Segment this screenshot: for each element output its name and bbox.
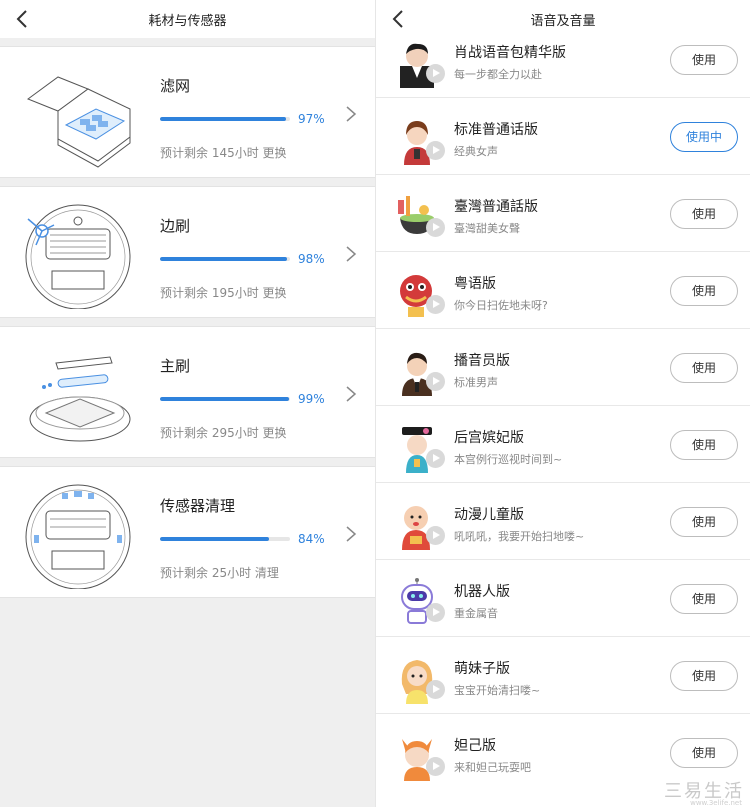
progress-percent: 98% [298, 252, 325, 266]
remaining-time: 预计剩余 25小时 清理 [160, 566, 279, 580]
voice-list[interactable]: 肖战语音包精华版 每一步都全力以赴 使用 标准普通话版 经典女声 使用中 臺灣普… [376, 38, 750, 788]
voice-name: 臺灣普通話版 [454, 199, 538, 215]
progress-percent: 97% [298, 112, 325, 126]
chevron-right-icon [346, 386, 357, 402]
voice-description: 每一步都全力以赴 [454, 68, 542, 81]
consumable-name: 滤网 [160, 77, 191, 95]
voice-description: 臺灣甜美女聲 [454, 222, 520, 235]
voice-name: 妲己版 [454, 738, 496, 754]
voice-description: 宝宝开始清扫喽~ [454, 684, 541, 697]
progress-percent: 84% [298, 532, 325, 546]
consumable-card-filter[interactable]: 滤网 97% 预计剩余 145小时 更换 [0, 46, 375, 178]
voice-item[interactable]: 后宫嫔妃版 本宫例行巡视时间到~ 使用 [376, 407, 750, 483]
remaining-time: 预计剩余 295小时 更换 [160, 426, 287, 440]
use-button[interactable]: 使用 [670, 430, 738, 460]
filter-illustration-icon [26, 76, 131, 168]
consumable-card-main-brush[interactable]: 主刷 99% 预计剩余 295小时 更换 [0, 326, 375, 458]
progress-bar [160, 117, 290, 121]
progress-bar [160, 257, 290, 261]
progress-bar [160, 397, 290, 401]
voice-item[interactable]: 肖战语音包精华版 每一步都全力以赴 使用 [376, 38, 750, 98]
progress-percent: 99% [298, 392, 325, 406]
in-use-button[interactable]: 使用中 [670, 122, 738, 152]
voice-description: 经典女声 [454, 145, 498, 158]
use-button[interactable]: 使用 [670, 584, 738, 614]
voice-name: 标准普通话版 [454, 122, 538, 138]
use-button[interactable]: 使用 [670, 276, 738, 306]
voice-description: 标准男声 [454, 376, 498, 389]
play-icon[interactable] [426, 526, 445, 545]
use-button[interactable]: 使用 [670, 507, 738, 537]
voice-name: 粤语版 [454, 276, 496, 292]
remaining-time: 预计剩余 195小时 更换 [160, 286, 287, 300]
voice-name: 机器人版 [454, 584, 510, 600]
voice-item[interactable]: 标准普通话版 经典女声 使用中 [376, 99, 750, 175]
side-brush-illustration-icon [25, 204, 131, 309]
voice-name: 动漫儿童版 [454, 507, 524, 523]
voice-description: 吼吼吼，我要开始扫地喽~ [454, 530, 585, 543]
voice-description: 重金属音 [454, 607, 498, 620]
main-brush-illustration-icon [29, 356, 131, 442]
voice-description: 来和妲己玩耍吧 [454, 761, 531, 774]
consumables-panel: 耗材与传感器 滤网 97% 预计剩余 145小时 更换 边刷 98% 预计剩余 … [0, 0, 375, 807]
progress-bar [160, 537, 290, 541]
play-icon[interactable] [426, 218, 445, 237]
progress-fill [160, 117, 287, 121]
play-icon[interactable] [426, 372, 445, 391]
use-button[interactable]: 使用 [670, 738, 738, 768]
page-title: 耗材与传感器 [148, 14, 227, 29]
play-icon[interactable] [426, 680, 445, 699]
sensor-illustration-icon [25, 484, 131, 589]
use-button[interactable]: 使用 [670, 353, 738, 383]
voice-item[interactable]: 粤语版 你今日扫佐地未呀? 使用 [376, 253, 750, 329]
voice-name: 后宫嫔妃版 [454, 430, 524, 446]
chevron-right-icon [346, 246, 357, 262]
consumable-name: 主刷 [160, 357, 191, 375]
voice-item[interactable]: 机器人版 重金属音 使用 [376, 561, 750, 637]
play-icon[interactable] [426, 603, 445, 622]
play-icon[interactable] [426, 141, 445, 160]
play-icon[interactable] [426, 64, 445, 83]
play-icon[interactable] [426, 757, 445, 776]
voice-item[interactable]: 动漫儿童版 吼吼吼，我要开始扫地喽~ 使用 [376, 484, 750, 560]
use-button[interactable]: 使用 [670, 661, 738, 691]
play-icon[interactable] [426, 295, 445, 314]
left-header: 耗材与传感器 [0, 0, 375, 38]
page-title: 语音及音量 [530, 14, 596, 29]
use-button[interactable]: 使用 [670, 45, 738, 75]
progress-fill [160, 257, 288, 261]
chevron-right-icon [346, 106, 357, 122]
consumable-card-side-brush[interactable]: 边刷 98% 预计剩余 195小时 更换 [0, 186, 375, 318]
voice-panel: 语音及音量 肖战语音包精华版 每一步都全力以赴 使用 标准普通话版 经典女声 使… [375, 0, 750, 807]
remaining-time: 预计剩余 145小时 更换 [160, 146, 287, 160]
consumable-name: 边刷 [160, 217, 191, 235]
use-button[interactable]: 使用 [670, 199, 738, 229]
voice-item[interactable]: 播音员版 标准男声 使用 [376, 330, 750, 406]
voice-description: 你今日扫佐地未呀? [454, 299, 548, 312]
chevron-right-icon [346, 526, 357, 542]
right-header: 语音及音量 [376, 0, 750, 38]
watermark-url: www.3elife.net [690, 799, 742, 807]
voice-name: 萌妹子版 [454, 661, 510, 677]
voice-name: 播音员版 [454, 353, 510, 369]
consumable-card-sensor[interactable]: 传感器清理 84% 预计剩余 25小时 清理 [0, 466, 375, 598]
progress-fill [160, 537, 270, 541]
voice-name: 肖战语音包精华版 [454, 45, 566, 61]
consumable-name: 传感器清理 [160, 497, 236, 515]
voice-item[interactable]: 臺灣普通話版 臺灣甜美女聲 使用 [376, 176, 750, 252]
progress-fill [160, 397, 289, 401]
play-icon[interactable] [426, 449, 445, 468]
voice-item[interactable]: 萌妹子版 宝宝开始清扫喽~ 使用 [376, 638, 750, 714]
voice-description: 本宫例行巡视时间到~ [454, 453, 563, 466]
